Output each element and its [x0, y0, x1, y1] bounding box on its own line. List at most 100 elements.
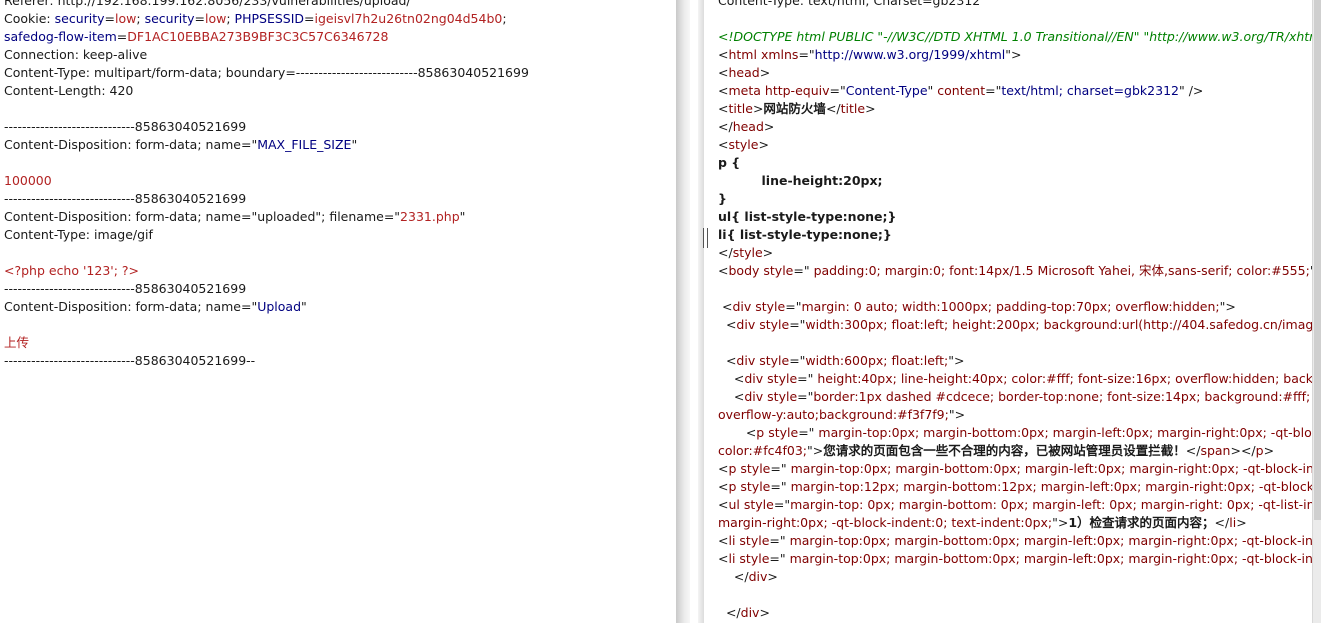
response-token: head — [732, 119, 764, 134]
response-line: <li style=" margin-top:0px; margin-botto… — [718, 550, 1312, 568]
response-token: </ — [718, 119, 733, 134]
response-token: style — [739, 497, 774, 512]
response-token: </ — [825, 101, 841, 116]
request-token: Content-Type: multipart/form-data; bound… — [4, 65, 529, 80]
response-token: 网站防火墙 — [763, 101, 826, 116]
response-token: text/html; charset=gbk2312 — [1001, 83, 1179, 98]
response-token: title — [728, 101, 753, 116]
request-token: low — [204, 11, 227, 26]
response-token: margin-right:0px; -qt-block-indent:0; te… — [718, 515, 1053, 530]
response-token: li{ list-style-type:none;} — [718, 227, 892, 242]
response-token: http-equiv — [760, 83, 830, 98]
response-token: < — [718, 47, 729, 62]
response-token: style — [735, 551, 770, 566]
request-token: -----------------------------85863040521… — [4, 119, 247, 134]
response-token: line-height:20px; — [718, 173, 883, 188]
response-token: margin-top:0px; margin-bottom:0px; margi… — [790, 461, 1312, 476]
response-token: 您请求的页面包含一些不合理的内容，已被网站管理员设置拦截！ — [823, 443, 1186, 458]
response-token: Content-Type: text/html; Charset=gb2312 — [718, 0, 981, 8]
splitter-handle-icon[interactable] — [703, 228, 708, 248]
response-token: > — [763, 119, 775, 134]
response-line: <ul style="margin-top: 0px; margin-botto… — [718, 496, 1312, 514]
response-scrollbar[interactable] — [1312, 0, 1321, 623]
response-token: Content-Type — [845, 83, 928, 98]
response-line: <meta http-equiv="Content-Type" content=… — [718, 82, 1312, 100]
response-text[interactable]: Content-Type: text/html; Charset=gb2312 <… — [718, 0, 1312, 622]
request-token: safedog-flow-item — [4, 29, 117, 44]
pane-divider-shadow — [676, 0, 690, 623]
response-token: < — [718, 299, 733, 314]
response-token: div — [736, 353, 756, 368]
response-line: </style> — [718, 244, 1312, 262]
response-token: =" — [770, 461, 787, 476]
request-line: safedog-flow-item=DF1AC10EBBA273B9BF3C3C… — [4, 28, 676, 46]
response-line: line-height:20px; — [718, 172, 1312, 190]
request-line: Content-Disposition: form-data; name="Up… — [4, 298, 676, 316]
request-token: security — [54, 11, 105, 26]
request-token: = — [304, 11, 315, 26]
request-token: Connection: keep-alive — [4, 47, 148, 62]
response-token: > — [767, 569, 778, 584]
response-token: margin-top: 0px; margin-bottom: 0px; mar… — [790, 497, 1312, 512]
response-token: </ — [1214, 515, 1230, 530]
response-token: p { — [718, 155, 741, 170]
response-token: width:300px; float:left; height:200px; b… — [805, 317, 1312, 332]
response-viewer-pane[interactable]: Content-Type: text/html; Charset=gb2312 <… — [712, 0, 1312, 623]
response-token: title — [840, 101, 866, 116]
response-line: <div style="margin: 0 auto; width:1000px… — [718, 298, 1312, 316]
response-token: > — [759, 65, 771, 80]
response-token: margin-top:0px; margin-bottom:0px; margi… — [789, 551, 1312, 566]
request-line: <?php echo '123'; ?> — [4, 262, 676, 280]
response-line: <p style=" margin-top:0px; margin-bottom… — [718, 460, 1312, 478]
response-token: p — [1255, 443, 1264, 458]
response-token: > — [762, 245, 774, 260]
response-token: < — [718, 497, 729, 512]
response-token: margin: 0 auto; width:1000px; padding-to… — [801, 299, 1220, 314]
response-token: < — [718, 353, 737, 368]
request-line — [4, 244, 676, 262]
response-token: style — [763, 389, 798, 404]
response-line — [718, 334, 1312, 352]
response-scrollbar-thumb[interactable] — [1314, 0, 1321, 520]
request-token: ; — [226, 11, 235, 26]
request-line: Content-Disposition: form-data; name="MA… — [4, 136, 676, 154]
response-token: < — [718, 317, 737, 332]
request-editor-pane[interactable]: Referer: http://192.168.199.162:8056/233… — [0, 0, 676, 623]
request-token: DF1AC10EBBA273B9BF3C3C57C6346728 — [127, 29, 389, 44]
request-line — [4, 316, 676, 334]
response-token: < — [718, 83, 729, 98]
request-token: " — [351, 137, 358, 152]
response-token: margin-top:0px; margin-bottom:0px; margi… — [789, 533, 1312, 548]
response-line: <body style=" padding:0; margin:0; font:… — [718, 262, 1312, 280]
request-token: Content-Length: 420 — [4, 83, 134, 98]
response-token: > — [1236, 515, 1247, 530]
response-line: ul{ list-style-type:none;} — [718, 208, 1312, 226]
request-text[interactable]: Referer: http://192.168.199.162:8056/233… — [4, 0, 676, 370]
request-line: 100000 — [4, 172, 676, 190]
response-line: <div style="width:600px; float:left;"> — [718, 352, 1312, 370]
response-token: =" — [797, 389, 814, 404]
response-token: overflow-y:auto;background:#f3f7f9; — [718, 407, 949, 422]
response-token: "> — [948, 353, 965, 368]
response-token: =" — [797, 371, 814, 386]
request-token: security — [144, 11, 195, 26]
response-token: > — [758, 137, 769, 152]
response-token: div — [740, 605, 760, 620]
response-line: </div> — [718, 604, 1312, 622]
response-line: <div style="width:300px; float:left; hei… — [718, 316, 1312, 334]
request-token: Content-Disposition: form-data; name="up… — [4, 209, 401, 224]
request-line: -----------------------------85863040521… — [4, 352, 676, 370]
response-line — [718, 10, 1312, 28]
request-token: <?php echo '123'; ?> — [4, 263, 140, 278]
response-token: "> — [1005, 47, 1022, 62]
request-token: = — [116, 29, 128, 44]
response-token: html — [728, 47, 757, 62]
response-token: style — [736, 461, 771, 476]
request-token: ; — [136, 11, 145, 26]
response-token: http://www.w3.org/1999/xhtml — [814, 47, 1006, 62]
request-token: 2331.php — [400, 209, 460, 224]
response-line: p { — [718, 154, 1312, 172]
response-token: style — [755, 317, 790, 332]
request-token: = — [104, 11, 116, 26]
response-token: =" — [773, 497, 791, 512]
